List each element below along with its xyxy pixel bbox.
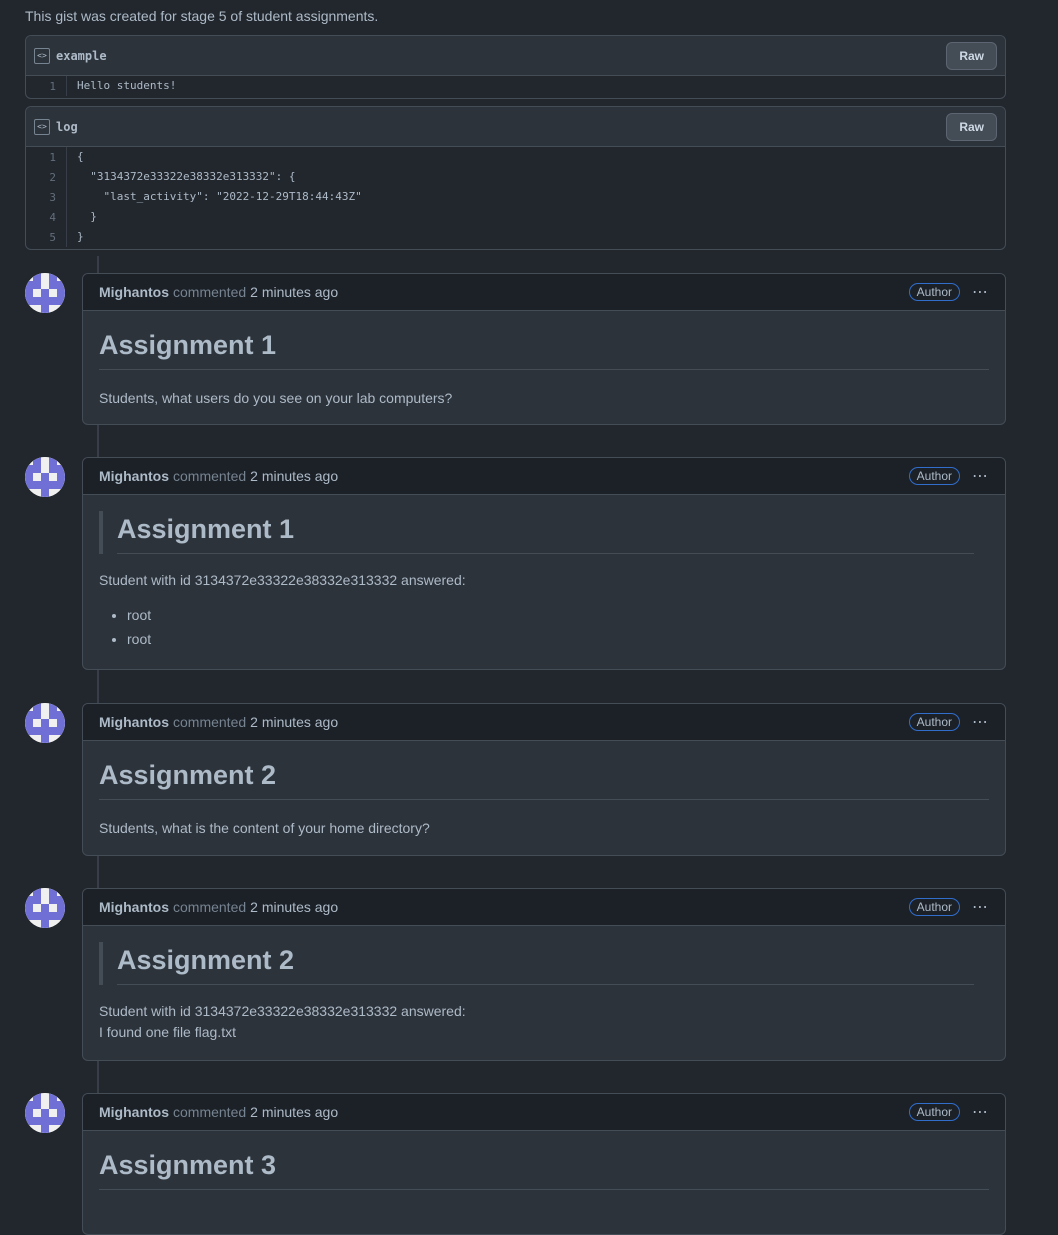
comment-box: Mighantos commented 2 minutes ago Author…	[82, 273, 1006, 425]
line-code: }	[66, 227, 84, 247]
comment-text: Student with id 3134372e33322e38332e3133…	[99, 572, 466, 588]
comment-header: Mighantos commented 2 minutes ago Author…	[83, 704, 1005, 741]
author-badge: Author	[908, 467, 960, 485]
kebab-horizontal-icon[interactable]: ⋯	[972, 282, 989, 302]
avatar[interactable]	[25, 1093, 65, 1133]
assignment-heading: Assignment 1	[117, 511, 974, 554]
comment-author[interactable]: Mighantos	[99, 284, 169, 300]
code-file-icon: <>	[34, 118, 50, 135]
file-box-log: <> log Raw 1 { 2 "3134372e33322e38332e31…	[25, 106, 1006, 250]
answer-list: root root	[99, 603, 989, 651]
assignment-heading: Assignment 2	[117, 942, 974, 985]
comment-box: Mighantos commented 2 minutes ago Author…	[82, 457, 1006, 670]
assignment-heading: Assignment 1	[99, 327, 989, 370]
comment-action: commented	[173, 714, 247, 730]
code-line: 2 "3134372e33322e38332e313332": {	[26, 167, 1005, 187]
gist-description: This gist was created for stage 5 of stu…	[25, 8, 379, 24]
file-header: <> example Raw	[26, 36, 1005, 76]
raw-button[interactable]: Raw	[946, 112, 997, 141]
line-number[interactable]: 3	[26, 191, 66, 204]
comment-header: Mighantos commented 2 minutes ago Author…	[83, 458, 1005, 495]
comment-action: commented	[173, 284, 247, 300]
comment-action: commented	[173, 899, 247, 915]
code-line: 1 {	[26, 147, 1005, 167]
comment-timestamp[interactable]: 2 minutes ago	[250, 714, 338, 730]
author-badge: Author	[908, 898, 960, 916]
code-table: 1 Hello students!	[26, 76, 1005, 96]
timeline-connector	[97, 256, 99, 274]
comment-header: Mighantos commented 2 minutes ago Author…	[83, 889, 1005, 926]
comment-box: Mighantos commented 2 minutes ago Author…	[82, 703, 1006, 856]
comment-text: Students, what is the content of your ho…	[99, 820, 430, 836]
comment-body: Assignment 1 Students, what users do you…	[83, 311, 1005, 424]
code-table: 1 { 2 "3134372e33322e38332e313332": { 3 …	[26, 147, 1005, 247]
timeline-connector	[97, 1060, 99, 1094]
line-code: Hello students!	[66, 76, 176, 96]
comment-text: Student with id 3134372e33322e38332e3133…	[99, 1003, 466, 1019]
avatar[interactable]	[25, 888, 65, 928]
avatar[interactable]	[25, 703, 65, 743]
line-number[interactable]: 5	[26, 231, 66, 244]
timeline-connector	[97, 855, 99, 889]
comment-timestamp[interactable]: 2 minutes ago	[250, 468, 338, 484]
line-number[interactable]: 4	[26, 211, 66, 224]
blockquote: Assignment 1	[99, 511, 989, 554]
comment-author[interactable]: Mighantos	[99, 899, 169, 915]
comment-box: Mighantos commented 2 minutes ago Author…	[82, 888, 1006, 1061]
comment-header: Mighantos commented 2 minutes ago Author…	[83, 274, 1005, 311]
avatar[interactable]	[25, 273, 65, 313]
file-name[interactable]: example	[56, 49, 107, 63]
blockquote: Assignment 2	[99, 942, 989, 985]
timeline-connector	[97, 670, 99, 704]
kebab-horizontal-icon[interactable]: ⋯	[972, 466, 989, 486]
code-line: 5 }	[26, 227, 1005, 247]
file-box-example: <> example Raw 1 Hello students!	[25, 35, 1006, 99]
file-name[interactable]: log	[56, 120, 78, 134]
code-file-icon: <>	[34, 47, 50, 64]
list-item: root	[127, 627, 989, 651]
comment-body: Assignment 2 Student with id 3134372e333…	[83, 926, 1005, 1059]
line-code: "last_activity": "2022-12-29T18:44:43Z"	[66, 187, 362, 207]
comment-text: Students, what users do you see on your …	[99, 390, 453, 406]
line-code: "3134372e33322e38332e313332": {	[66, 167, 296, 187]
kebab-horizontal-icon[interactable]: ⋯	[972, 712, 989, 732]
comment-body: Assignment 2 Students, what is the conte…	[83, 741, 1005, 855]
line-code: {	[66, 147, 84, 167]
file-header: <> log Raw	[26, 107, 1005, 147]
line-number[interactable]: 1	[26, 151, 66, 164]
code-line: 3 "last_activity": "2022-12-29T18:44:43Z…	[26, 187, 1005, 207]
comment-text: I found one file flag.txt	[99, 1024, 236, 1040]
comment-author[interactable]: Mighantos	[99, 714, 169, 730]
line-number[interactable]: 1	[26, 80, 66, 93]
line-code: }	[66, 207, 97, 227]
comment-body: Assignment 3	[83, 1131, 1005, 1206]
kebab-horizontal-icon[interactable]: ⋯	[972, 897, 989, 917]
author-badge: Author	[908, 283, 960, 301]
raw-button[interactable]: Raw	[946, 41, 997, 70]
comment-author[interactable]: Mighantos	[99, 1104, 169, 1120]
comment-box: Mighantos commented 2 minutes ago Author…	[82, 1093, 1006, 1235]
timeline-connector	[97, 424, 99, 458]
comment-timestamp[interactable]: 2 minutes ago	[250, 899, 338, 915]
comment-action: commented	[173, 1104, 247, 1120]
assignment-heading: Assignment 2	[99, 757, 989, 800]
code-line: 4 }	[26, 207, 1005, 227]
avatar[interactable]	[25, 457, 65, 497]
comment-timestamp[interactable]: 2 minutes ago	[250, 1104, 338, 1120]
list-item: root	[127, 603, 989, 627]
comment-action: commented	[173, 468, 247, 484]
kebab-horizontal-icon[interactable]: ⋯	[972, 1102, 989, 1122]
comment-timestamp[interactable]: 2 minutes ago	[250, 284, 338, 300]
comment-body: Assignment 1 Student with id 3134372e333…	[83, 495, 1005, 667]
code-line: 1 Hello students!	[26, 76, 1005, 96]
line-number[interactable]: 2	[26, 171, 66, 184]
comment-author[interactable]: Mighantos	[99, 468, 169, 484]
author-badge: Author	[908, 713, 960, 731]
assignment-heading: Assignment 3	[99, 1147, 989, 1190]
author-badge: Author	[908, 1103, 960, 1121]
comment-header: Mighantos commented 2 minutes ago Author…	[83, 1094, 1005, 1131]
